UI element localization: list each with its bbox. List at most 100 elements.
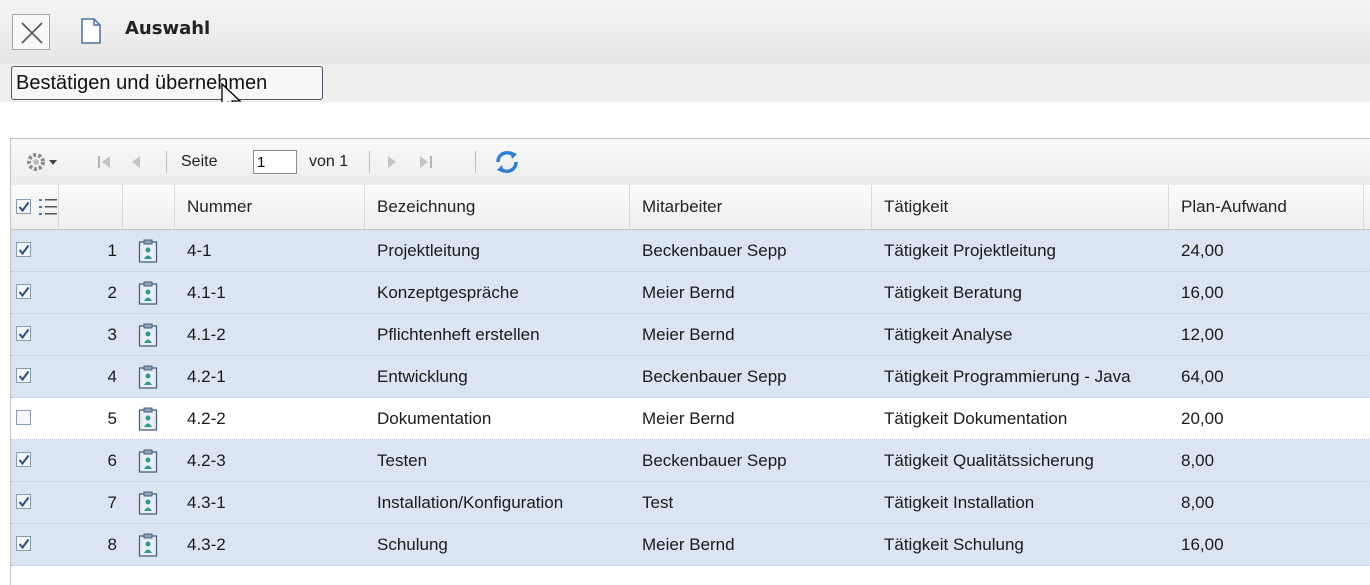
column-header-taetigkeit[interactable]: Tätigkeit [872, 185, 1169, 229]
header-checkbox-cell [11, 185, 59, 229]
row-checkbox[interactable] [16, 326, 31, 341]
document-icon [81, 18, 101, 44]
cell-bezeichnung: Entwicklung [377, 367, 468, 386]
task-clipboard-icon[interactable] [138, 449, 158, 473]
task-clipboard-icon[interactable] [138, 281, 158, 305]
table-row[interactable]: 6 4.2-3 Testen Beckenbauer Sepp Tätigkeit Qu… [11, 440, 1370, 482]
cell-plan-aufwand: 20,00 [1181, 409, 1224, 428]
column-header-mitarbeiter[interactable]: Mitarbeiter [630, 185, 872, 229]
cell-taetigkeit: Tätigkeit Programmierung - Java [884, 367, 1131, 386]
cell-nummer: 4.2-3 [187, 451, 226, 470]
row-checkbox[interactable] [16, 242, 31, 257]
row-checkbox[interactable] [16, 452, 31, 467]
checkmark-icon [18, 496, 30, 508]
checkmark-icon [18, 370, 30, 382]
header-row-number [59, 185, 123, 229]
confirm-button[interactable]: Bestätigen und übernehmen [11, 66, 323, 100]
checkmark-icon [18, 244, 30, 256]
row-number: 2 [107, 283, 117, 302]
cell-mitarbeiter: Test [642, 493, 674, 512]
page-label: Seite [181, 153, 218, 170]
table-row[interactable]: 8 4.3-2 Schulung Meier Bernd Tätigkeit Schul… [11, 524, 1370, 566]
close-button[interactable] [12, 14, 50, 50]
row-checkbox[interactable] [16, 410, 31, 425]
column-header-nummer[interactable]: Nummer [175, 185, 365, 229]
cell-bezeichnung: Konzeptgespräche [377, 283, 519, 302]
column-header-bezeichnung[interactable]: Bezeichnung [365, 185, 630, 229]
cell-bezeichnung: Dokumentation [377, 409, 492, 428]
checkmark-icon [18, 328, 30, 340]
table-row[interactable]: 7 4.3-1 Installation/Konfiguration Test Täti… [11, 482, 1370, 524]
cell-bezeichnung: Projektleitung [377, 241, 481, 260]
task-clipboard-icon[interactable] [138, 533, 158, 557]
row-checkbox[interactable] [16, 536, 31, 551]
row-checkbox[interactable] [16, 368, 31, 383]
next-page-icon[interactable] [385, 153, 399, 171]
prev-page-icon[interactable] [129, 153, 143, 171]
cell-bezeichnung: Installation/Konfiguration [377, 493, 564, 512]
select-all-checkbox[interactable] [16, 199, 31, 214]
task-clipboard-icon[interactable] [138, 491, 158, 515]
refresh-icon[interactable] [493, 148, 521, 176]
separator [475, 151, 476, 173]
selection-grid: Seite von 1 Nummer [10, 138, 1370, 585]
separator [166, 151, 167, 173]
header-icon-col [123, 185, 175, 229]
cell-nummer: 4.3-1 [187, 493, 226, 512]
cell-nummer: 4.2-1 [187, 367, 226, 386]
cell-mitarbeiter: Meier Bernd [642, 535, 735, 554]
gear-icon[interactable] [25, 151, 61, 173]
cell-plan-aufwand: 16,00 [1181, 283, 1224, 302]
checkmark-icon [18, 454, 30, 466]
row-checkbox[interactable] [16, 494, 31, 509]
task-clipboard-icon[interactable] [138, 239, 158, 263]
task-clipboard-icon[interactable] [138, 407, 158, 431]
cell-nummer: 4.1-1 [187, 283, 226, 302]
cell-taetigkeit: Tätigkeit Qualitätssicherung [884, 451, 1094, 470]
cell-plan-aufwand: 12,00 [1181, 325, 1224, 344]
row-number: 7 [107, 493, 117, 512]
cell-taetigkeit: Tätigkeit Schulung [884, 535, 1024, 554]
first-page-icon[interactable] [95, 153, 113, 171]
task-clipboard-icon[interactable] [138, 323, 158, 347]
row-number: 5 [107, 409, 117, 428]
cell-bezeichnung: Pflichtenheft erstellen [377, 325, 540, 344]
row-number: 3 [107, 325, 117, 344]
numbered-list-icon [39, 199, 57, 215]
checkmark-icon [18, 286, 30, 298]
cell-nummer: 4.3-2 [187, 535, 226, 554]
table-body: 1 4-1 Projektleitung Beckenbauer Sepp Tätigk… [11, 230, 1370, 566]
cell-plan-aufwand: 64,00 [1181, 367, 1224, 386]
cell-taetigkeit: Tätigkeit Dokumentation [884, 409, 1068, 428]
spacer [0, 102, 1370, 138]
cell-mitarbeiter: Meier Bernd [642, 283, 735, 302]
cell-plan-aufwand: 16,00 [1181, 535, 1224, 554]
row-number: 4 [107, 367, 117, 386]
table-row[interactable]: 1 4-1 Projektleitung Beckenbauer Sepp Tätigk… [11, 230, 1370, 272]
cell-nummer: 4-1 [187, 241, 212, 260]
checkmark-icon [18, 201, 30, 213]
window-title: Auswahl [125, 18, 211, 39]
cell-taetigkeit: Tätigkeit Projektleitung [884, 241, 1056, 260]
page-number-input[interactable] [253, 150, 297, 174]
cell-nummer: 4.2-2 [187, 409, 226, 428]
row-checkbox[interactable] [16, 284, 31, 299]
cell-nummer: 4.1-2 [187, 325, 226, 344]
close-icon [21, 22, 43, 44]
cell-mitarbeiter: Beckenbauer Sepp [642, 451, 787, 470]
table-row[interactable]: 4 4.2-1 Entwicklung Beckenbauer Sepp Tätigke… [11, 356, 1370, 398]
cell-plan-aufwand: 24,00 [1181, 241, 1224, 260]
column-header-plan-aufwand[interactable]: Plan-Aufwand [1169, 185, 1364, 229]
cell-mitarbeiter: Meier Bernd [642, 325, 735, 344]
row-number: 8 [107, 535, 117, 554]
table-row[interactable]: 5 4.2-2 Dokumentation Meier Bernd Tätigkeit … [11, 398, 1370, 440]
table-row[interactable]: 3 4.1-2 Pflichtenheft erstellen Meier Bernd… [11, 314, 1370, 356]
last-page-icon[interactable] [417, 153, 435, 171]
task-clipboard-icon[interactable] [138, 365, 158, 389]
page-total-label: von 1 [309, 153, 349, 170]
table-row[interactable]: 2 4.1-1 Konzeptgespräche Meier Bernd Tätigke… [11, 272, 1370, 314]
table-header: Nummer Bezeichnung Mitarbeiter Tätigkeit… [11, 185, 1370, 230]
row-number: 1 [107, 241, 117, 260]
cell-plan-aufwand: 8,00 [1181, 451, 1215, 470]
cell-bezeichnung: Testen [377, 451, 428, 470]
